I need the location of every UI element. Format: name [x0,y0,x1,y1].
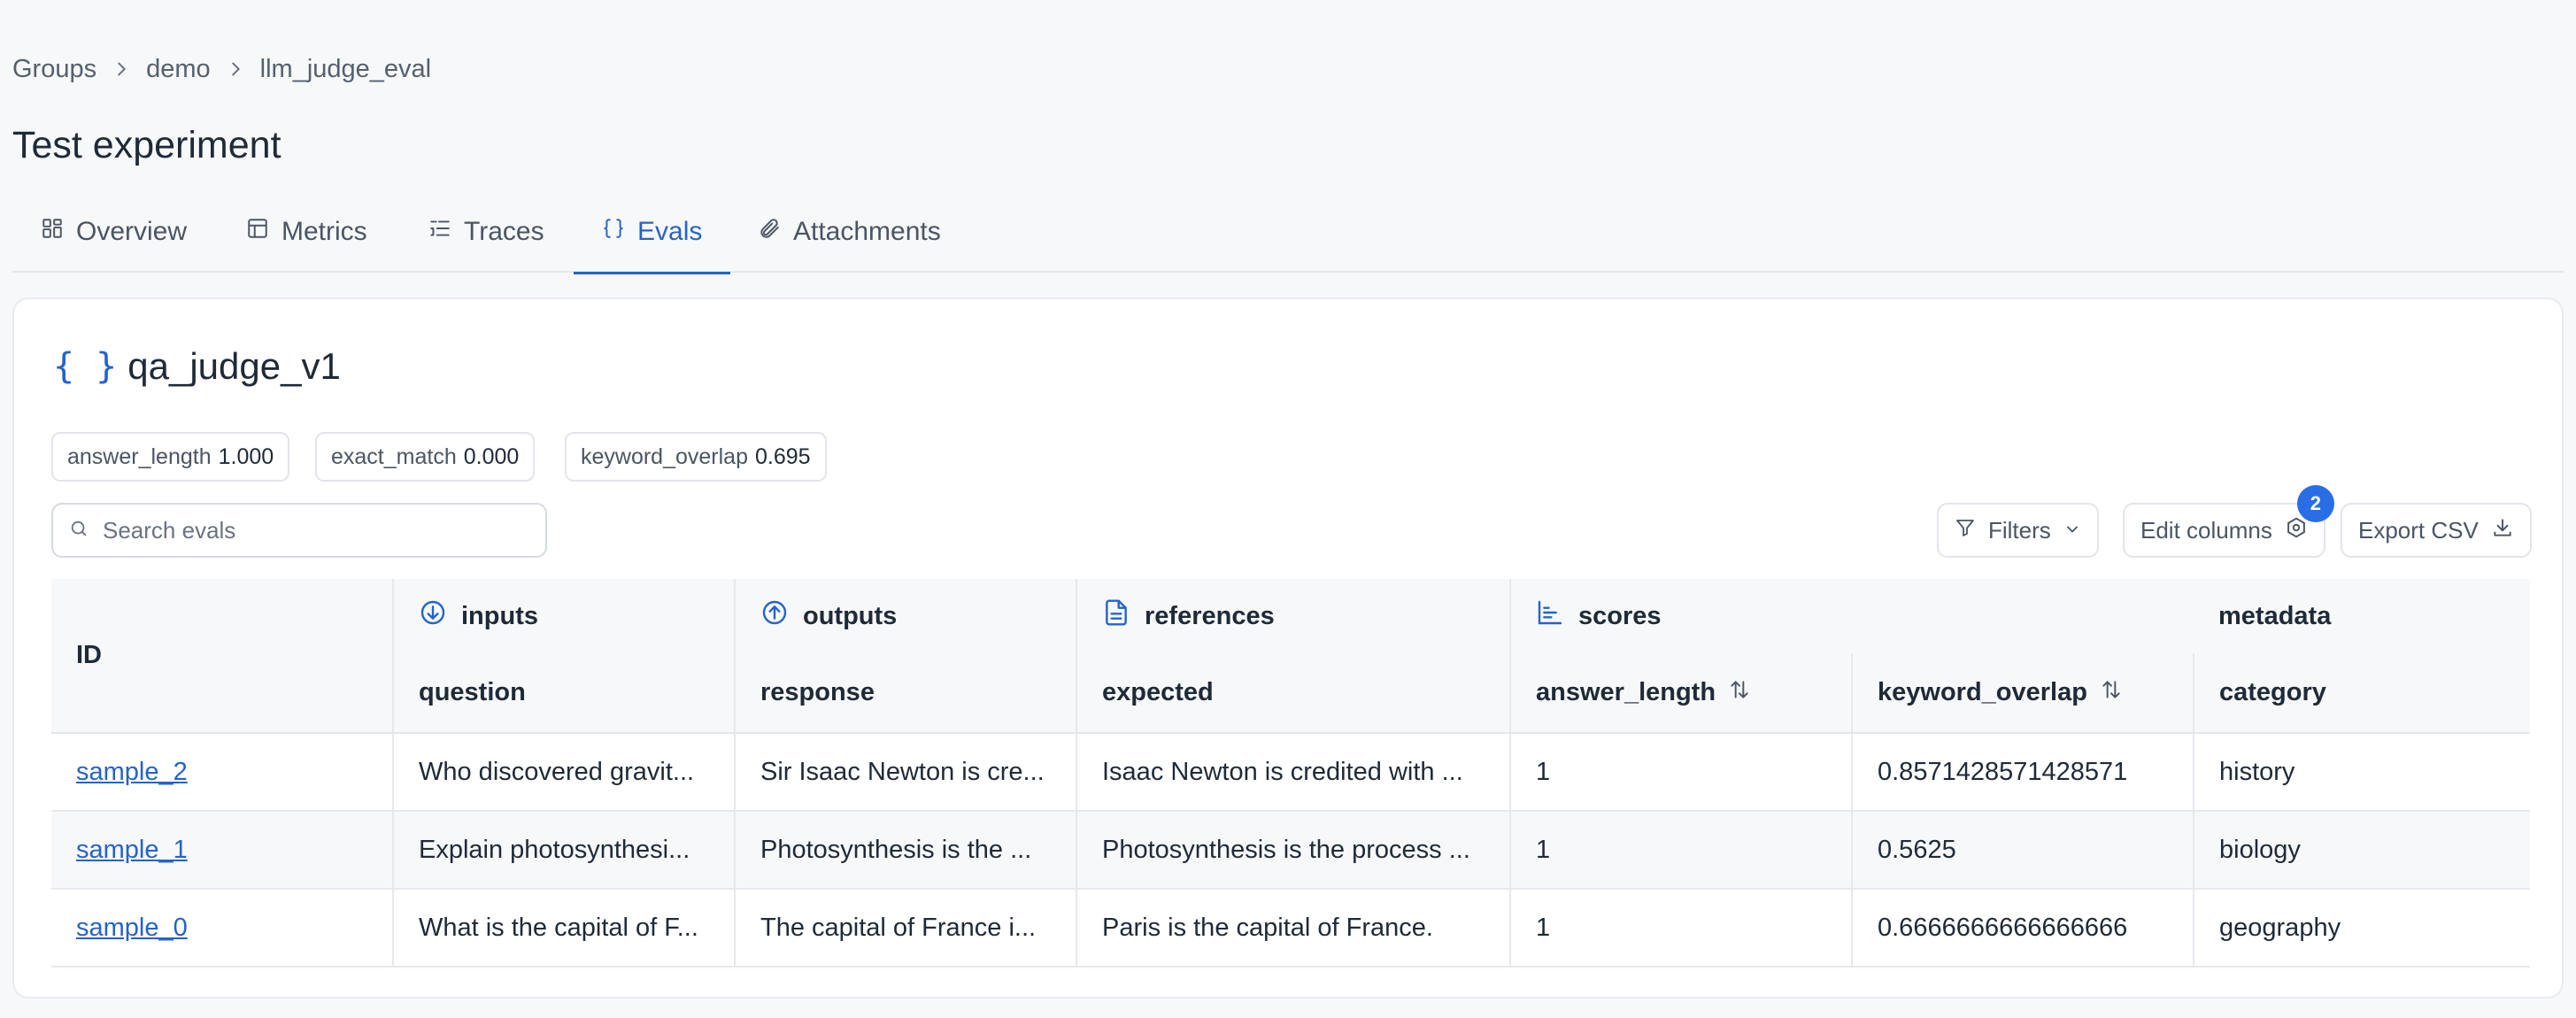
score-chip-keyword-overlap: keyword_overlap 0.695 [565,432,827,482]
category-column-header: category [2193,653,2531,734]
file-text-icon [1102,598,1130,634]
keyword-overlap-cell: 0.5625 [1850,811,2194,890]
id-cell: sample_2 [51,733,393,812]
eval-title: { } qa_judge_v1 [53,340,341,393]
edit-columns-button[interactable]: Edit columns 2 [2123,485,2334,558]
eval-title-text: qa_judge_v1 [127,345,341,387]
settings-icon [2285,516,2308,545]
question-cell: What is the capital of F... [392,889,735,968]
expected-column-header: expected [1076,653,1510,734]
tab-metrics[interactable]: Metrics [246,191,367,273]
search-box [51,503,547,558]
expected-cell: Isaac Newton is credited with ... [1076,733,1510,812]
sample-link[interactable]: sample_0 [76,914,188,942]
chevron-right-icon [96,59,146,79]
tab-traces[interactable]: Traces [428,191,544,273]
sort-icon[interactable] [1728,678,1751,708]
id-cell: sample_1 [51,811,393,890]
id-column-header: ID [51,579,393,734]
breadcrumb: Groups demo llm_judge_eval [12,51,431,87]
response-cell: The capital of France i... [734,889,1076,968]
export-label: Export CSV [2358,516,2479,544]
list-tree-icon [428,217,451,247]
scores-group-header: scores [1508,579,2194,653]
inputs-group-header: inputs [392,579,735,653]
tab-evals[interactable]: Evals [573,191,731,274]
sample-link[interactable]: sample_2 [76,758,188,786]
download-icon [2491,516,2514,545]
arrow-down-circle-icon [419,598,447,634]
chip-value: 0.000 [463,443,520,469]
braces-icon [602,217,625,247]
filters-button[interactable]: Filters [1937,503,2099,558]
sort-icon[interactable] [2100,678,2123,708]
edit-columns-badge: 2 [2296,485,2334,522]
filter-icon [1955,517,1976,544]
response-column-header: response [734,653,1076,734]
search-input[interactable] [103,516,510,544]
tab-attachments[interactable]: Attachments [758,191,941,273]
category-cell: geography [2193,889,2531,968]
references-group-header: references [1076,579,1510,653]
bar-chart-icon [1536,598,1564,634]
breadcrumb-llm-judge-eval[interactable]: llm_judge_eval [260,55,431,84]
response-cell: Sir Isaac Newton is cre... [734,733,1076,812]
keyword-overlap-cell: 0.6666666666666666 [1850,889,2194,968]
tab-overview[interactable]: Overview [41,191,187,273]
keyword-overlap-cell: 0.8571428571428571 [1850,733,2194,812]
tab-attachments-label: Attachments [793,217,941,246]
tab-traces-label: Traces [464,217,544,246]
question-cell: Who discovered gravit... [392,733,735,812]
answer-length-cell: 1 [1509,733,1852,812]
chevron-down-icon [2063,517,2081,544]
braces-icon: { } [53,346,118,387]
grid-icon [41,217,64,247]
breadcrumb-demo[interactable]: demo [146,55,211,84]
tab-overview-label: Overview [76,217,188,246]
expected-cell: Paris is the capital of France. [1076,889,1510,968]
chip-label: answer_length [67,443,212,469]
answer-length-column-header[interactable]: answer_length [1509,653,1852,734]
arrow-up-circle-icon [760,598,789,634]
keyword-overlap-column-header[interactable]: keyword_overlap [1850,653,2194,734]
category-cell: history [2193,733,2531,812]
chip-label: exact_match [331,443,457,469]
breadcrumb-groups[interactable]: Groups [12,55,96,84]
filters-label: Filters [1988,516,2051,544]
evals-table: ID inputs outputs references scores meta… [51,579,2531,968]
outputs-group-header: outputs [734,579,1076,653]
answer-length-cell: 1 [1509,889,1852,968]
category-cell: biology [2193,811,2531,890]
response-cell: Photosynthesis is the ... [734,811,1076,890]
eval-card: { } qa_judge_v1 answer_length 1.000 exac… [12,297,2564,999]
answer-length-cell: 1 [1509,811,1852,890]
search-icon [69,519,89,543]
table-row[interactable]: sample_2 Who discovered gravit... Sir Is… [51,733,2531,812]
question-column-header: question [392,653,735,734]
expected-cell: Photosynthesis is the process ... [1076,811,1510,890]
score-chip-answer-length: answer_length 1.000 [51,432,290,482]
tab-evals-label: Evals [637,217,703,246]
sample-link[interactable]: sample_1 [76,836,188,864]
chevron-right-icon [211,59,260,79]
tab-metrics-label: Metrics [282,217,367,246]
score-chip-exact-match: exact_match 0.000 [315,432,536,482]
paperclip-icon [758,217,781,247]
metadata-group-header: metadata [2194,579,2531,653]
table-icon [246,217,269,247]
export-csv-button[interactable]: Export CSV [2341,503,2532,558]
chip-label: keyword_overlap [581,443,748,469]
table-row[interactable]: sample_0 What is the capital of F... The… [51,889,2531,968]
table-row[interactable]: sample_1 Explain photosynthesi... Photos… [51,811,2531,890]
edit-columns-label: Edit columns [2140,516,2272,544]
chip-value: 0.695 [755,443,811,469]
chip-value: 1.000 [218,443,274,469]
id-cell: sample_0 [51,889,393,968]
page-title: Test experiment [12,124,282,166]
question-cell: Explain photosynthesi... [392,811,735,890]
tab-bar: Overview Metrics Traces Evals Attachment… [12,191,2564,274]
